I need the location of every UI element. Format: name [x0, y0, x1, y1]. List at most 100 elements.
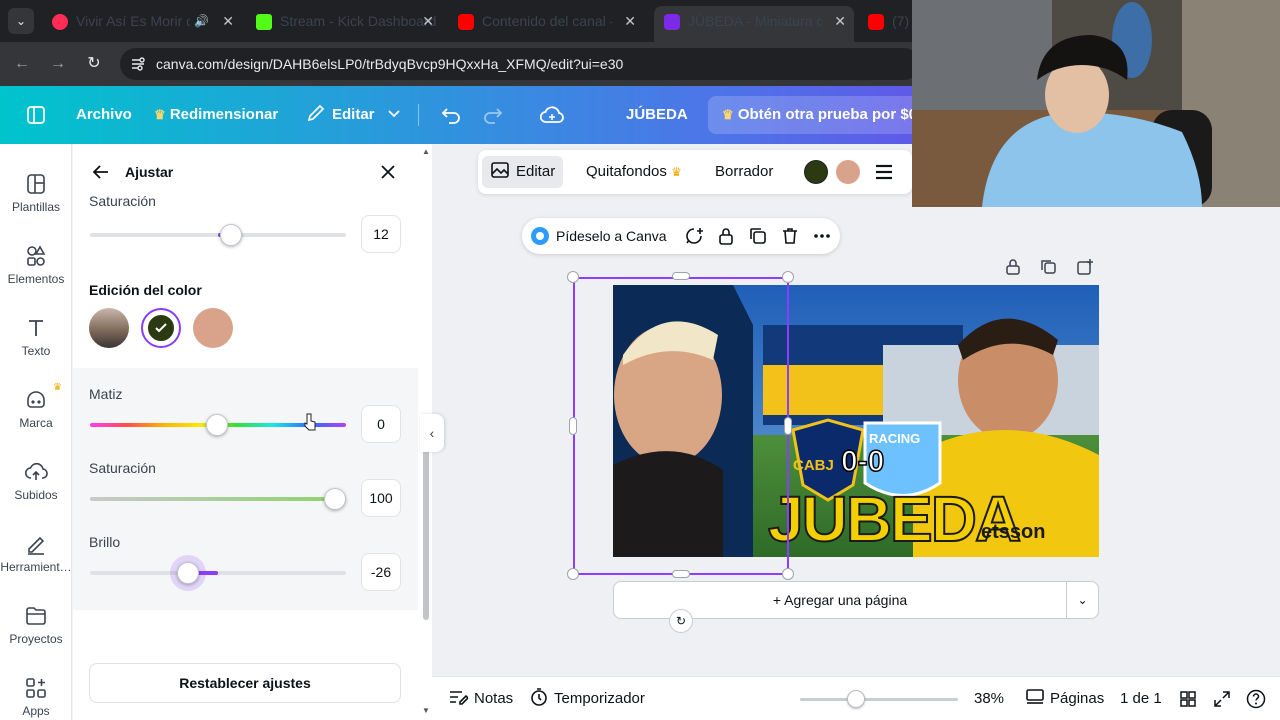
sidebar-toggle-icon[interactable]	[26, 105, 46, 125]
page-add-icon[interactable]	[1076, 258, 1094, 276]
forward-button[interactable]: →	[46, 52, 70, 76]
site-settings-icon[interactable]	[130, 56, 146, 72]
grid-view-icon[interactable]	[1180, 691, 1196, 707]
editar-menu[interactable]: Editar	[306, 86, 401, 144]
image-swatch[interactable]	[89, 308, 129, 348]
more-options-icon[interactable]	[812, 226, 832, 246]
reset-adjustments-button[interactable]: Restablecer ajustes	[89, 663, 401, 703]
close-tab-icon[interactable]: ✕	[624, 6, 636, 36]
notas-label: Notas	[474, 690, 514, 707]
top-saturation-value[interactable]: 12	[361, 215, 401, 253]
sidebar-item-texto[interactable]: Texto	[0, 310, 72, 378]
borrador-button[interactable]: Borrador	[715, 156, 773, 188]
browser-tab-1[interactable]: Vivir Así Es Morir de 🔊 ✕	[42, 6, 242, 36]
skin-tone-swatch[interactable]	[193, 308, 233, 348]
collapse-panel-button[interactable]: ‹	[420, 414, 444, 452]
close-tab-icon[interactable]: ✕	[222, 6, 234, 36]
adjust-panel: Ajustar Saturación 12 Edición del color …	[73, 144, 432, 720]
zoom-slider-track[interactable]	[800, 698, 958, 701]
browser-tab-3[interactable]: Contenido del canal - You ✕	[448, 6, 644, 36]
back-arrow-icon[interactable]	[91, 162, 111, 182]
undo-icon[interactable]	[440, 105, 462, 125]
badge-right-text: RACING	[869, 431, 921, 446]
paginas-button[interactable]: Páginas	[1026, 677, 1104, 720]
redo-icon[interactable]	[482, 105, 504, 125]
zoom-value[interactable]: 38%	[974, 677, 1004, 720]
scroll-up-icon[interactable]: ▲	[422, 147, 430, 156]
saturacion-value[interactable]: 100	[361, 479, 401, 517]
brillo-value[interactable]: -26	[361, 553, 401, 591]
sidebar-item-apps[interactable]: Apps	[0, 670, 72, 720]
comment-add-icon[interactable]	[684, 226, 704, 246]
saturacion-slider-track[interactable]	[90, 497, 346, 501]
trial-button[interactable]: ♛ Obtén otra prueba por $0	[708, 96, 928, 134]
page-duplicate-icon[interactable]	[1040, 258, 1058, 276]
cloud-sync-icon[interactable]	[540, 104, 564, 126]
sidebar-item-elementos[interactable]: Elementos	[0, 238, 72, 306]
page-lock-icon[interactable]	[1004, 258, 1022, 276]
resize-handle-bottom-left[interactable]	[567, 568, 579, 580]
uploads-icon	[24, 462, 48, 480]
sidebar-item-label: Herramient…	[0, 560, 72, 574]
temporizador-button[interactable]: Temporizador	[530, 677, 645, 720]
scrollbar-thumb[interactable]	[423, 450, 429, 620]
sidebar-item-proyectos[interactable]: Proyectos	[0, 598, 72, 666]
notas-button[interactable]: Notas	[448, 677, 513, 720]
speaker-icon[interactable]: 🔊	[194, 6, 209, 36]
help-icon[interactable]	[1246, 689, 1266, 709]
close-icon[interactable]	[378, 162, 398, 182]
resize-handle-bottom[interactable]	[672, 570, 690, 578]
resize-handle-left[interactable]	[569, 417, 577, 435]
resize-handle-bottom-right[interactable]	[782, 568, 794, 580]
close-tab-icon[interactable]: ✕	[422, 6, 434, 36]
dark-green-swatch-selected[interactable]	[141, 308, 181, 348]
reload-button[interactable]: ↻	[82, 52, 106, 76]
selection-box[interactable]	[573, 277, 789, 575]
duplicate-icon[interactable]	[748, 226, 768, 246]
sidebar-item-plantillas[interactable]: Plantillas	[0, 166, 72, 234]
sidebar-item-herramientas[interactable]: Herramient…	[0, 526, 72, 594]
lock-icon[interactable]	[716, 226, 736, 246]
browser-tab-4-active[interactable]: JÚBEDA - Miniatura de Yo ✕	[654, 6, 854, 42]
ask-canva-button[interactable]: Pídeselo a Canva	[556, 218, 667, 254]
tab-label: Stream - Kick Dashboard	[280, 13, 437, 29]
matiz-slider-thumb[interactable]	[206, 414, 228, 436]
add-page-dropdown[interactable]: ⌄	[1066, 581, 1099, 619]
sidebar-item-subidos[interactable]: Subidos	[0, 454, 72, 522]
scroll-down-icon[interactable]: ▼	[422, 706, 430, 715]
browser-tab-2[interactable]: Stream - Kick Dashboard ✕	[246, 6, 442, 36]
temporizador-label: Temporizador	[554, 690, 645, 707]
dark-green-color-button[interactable]	[804, 160, 828, 184]
resize-handle-right[interactable]	[784, 417, 792, 435]
matiz-value[interactable]: 0	[361, 405, 401, 443]
redimensionar-button[interactable]: ♛ Redimensionar	[154, 86, 278, 144]
archivo-menu[interactable]: Archivo	[76, 86, 132, 144]
saturacion-slider-thumb[interactable]	[324, 488, 346, 510]
design-title[interactable]: JÚBEDA	[626, 86, 688, 144]
browser-tab-5[interactable]: (7) te	[858, 6, 918, 36]
address-bar[interactable]: canva.com/design/DAHB6elsLP0/trBdyqBvcp9…	[120, 48, 920, 80]
resize-handle-top-left[interactable]	[567, 271, 579, 283]
editar-image-button[interactable]: Editar	[482, 156, 564, 188]
trash-icon[interactable]	[780, 226, 800, 246]
sidebar-item-marca[interactable]: ♛ Marca	[0, 382, 72, 450]
skin-tone-color-button[interactable]	[836, 160, 860, 184]
top-saturation-slider-thumb[interactable]	[220, 224, 242, 246]
canva-favicon-icon	[664, 13, 680, 30]
timer-icon	[531, 688, 547, 706]
tab-search-button[interactable]: ⌄	[8, 8, 34, 34]
quitafondos-button[interactable]: Quitafondos ♛	[586, 156, 682, 188]
brillo-slider-track[interactable]	[90, 571, 346, 575]
brillo-slider-thumb[interactable]	[177, 562, 199, 584]
paginas-label: Páginas	[1050, 690, 1105, 707]
stroke-lines-icon[interactable]	[874, 162, 894, 182]
resize-handle-top[interactable]	[672, 272, 690, 280]
resize-handle-top-right[interactable]	[782, 271, 794, 283]
zoom-slider-thumb[interactable]	[847, 690, 865, 708]
fullscreen-icon[interactable]	[1214, 691, 1230, 707]
back-button[interactable]: ←	[10, 52, 34, 76]
tab-label: Vivir Así Es Morir de	[76, 13, 190, 29]
rotate-icon[interactable]: ↻	[669, 609, 693, 633]
brillo-label: Brillo	[89, 534, 121, 550]
close-tab-icon[interactable]: ✕	[834, 6, 846, 36]
